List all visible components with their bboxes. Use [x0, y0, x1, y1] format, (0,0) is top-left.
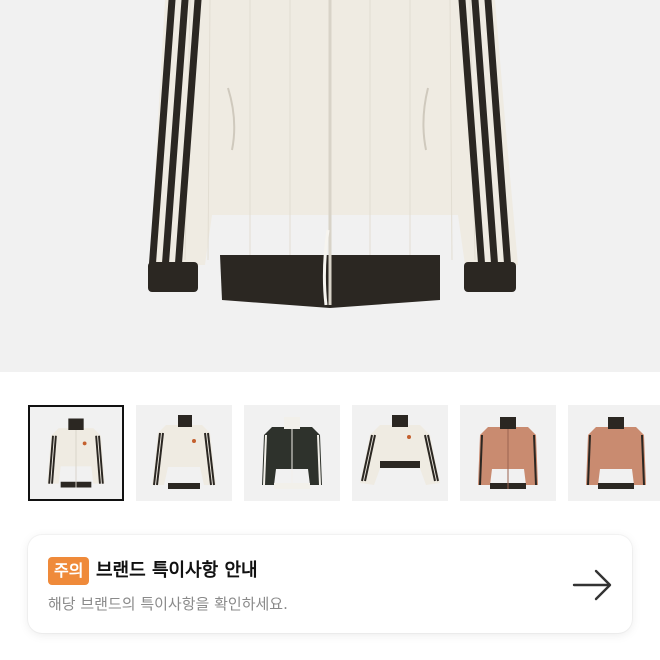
thumbnail-1[interactable]	[28, 405, 124, 501]
thumbnail-6[interactable]	[568, 405, 660, 501]
arrow-right-icon[interactable]	[572, 565, 612, 605]
thumbnail-4[interactable]	[352, 405, 448, 501]
thumbnail-3[interactable]	[244, 405, 340, 501]
track-jacket-image	[148, 0, 518, 308]
track-jacket-cream-front-icon	[47, 418, 105, 488]
thumbnail-2[interactable]	[136, 405, 232, 501]
track-jacket-black-icon	[262, 417, 322, 489]
track-jacket-pink-black-2-icon	[586, 417, 646, 489]
caution-badge: 주의	[48, 557, 90, 585]
brand-notice-card[interactable]: 주의 브랜드 특이사항 안내 해당 브랜드의 특이사항을 확인하세요.	[28, 535, 632, 633]
thumbnail-strip	[0, 405, 660, 501]
track-jacket-cream-black-collar-icon	[360, 415, 440, 485]
notice-title: 브랜드 특이사항 안내	[96, 560, 258, 581]
track-jacket-pink-black-icon	[478, 417, 538, 489]
notice-description: 해당 브랜드의 특이사항을 확인하세요.	[48, 595, 288, 613]
thumbnail-5[interactable]	[460, 405, 556, 501]
product-main-image[interactable]	[0, 0, 660, 372]
track-jacket-cream-angle-icon	[152, 415, 216, 489]
